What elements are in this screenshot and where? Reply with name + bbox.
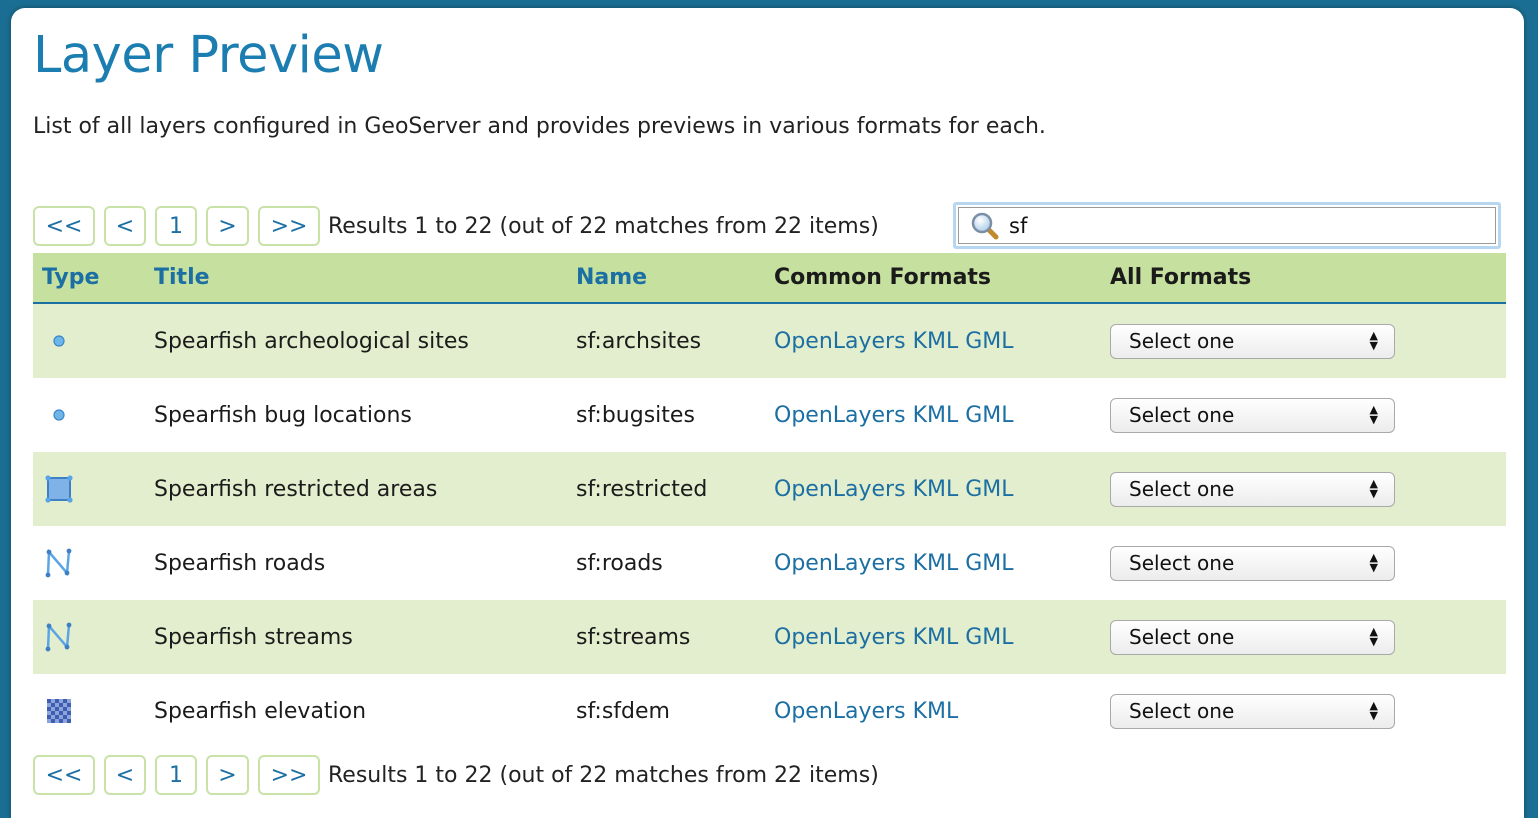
last-page-button[interactable]: >> [258, 206, 320, 246]
format-link-kml[interactable]: KML [913, 477, 959, 502]
table-row: Spearfish archeological sites sf:archsite… [33, 304, 1506, 378]
all-formats-select[interactable]: Select one ▲ ▼ [1110, 471, 1395, 507]
all-formats-select[interactable]: Select one ▲ ▼ [1110, 545, 1395, 581]
line-icon [41, 526, 77, 600]
all-formats-cell: Select one ▲ ▼ [1110, 600, 1395, 674]
common-formats: OpenLayers KML GML [774, 526, 1021, 600]
header-name[interactable]: Name [576, 265, 647, 290]
format-link-openlayers[interactable]: OpenLayers [774, 403, 906, 428]
all-formats-cell: Select one ▲ ▼ [1110, 526, 1395, 600]
page-title: Layer Preview [33, 26, 384, 85]
page-1-button[interactable]: 1 [155, 206, 197, 246]
last-page-button[interactable]: >> [258, 755, 320, 795]
all-formats-cell: Select one ▲ ▼ [1110, 304, 1395, 378]
format-link-gml[interactable]: GML [965, 625, 1013, 650]
layer-title: Spearfish archeological sites [154, 328, 469, 354]
header-common-formats: Common Formats [774, 265, 992, 290]
search-input[interactable] [1007, 212, 1481, 239]
all-formats-select[interactable]: Select one ▲ ▼ [1110, 397, 1395, 433]
select-label: Select one [1129, 329, 1235, 353]
page-description: List of all layers configured in GeoServ… [33, 114, 1046, 139]
select-label: Select one [1129, 699, 1235, 723]
first-page-button[interactable]: << [33, 206, 95, 246]
table-row: Spearfish roads sf:roads OpenLayers KML GML S… [33, 526, 1506, 600]
layer-name: sf:roads [576, 550, 663, 576]
format-link-gml[interactable]: GML [965, 477, 1013, 502]
format-link-gml[interactable]: GML [965, 403, 1013, 428]
select-label: Select one [1129, 625, 1235, 649]
layer-title: Spearfish elevation [154, 698, 367, 724]
all-formats-cell: Select one ▲ ▼ [1110, 378, 1395, 452]
all-formats-cell: Select one ▲ ▼ [1110, 674, 1395, 748]
common-formats: OpenLayers KML [774, 674, 965, 748]
format-link-kml[interactable]: KML [913, 329, 959, 354]
select-label: Select one [1129, 551, 1235, 575]
format-link-gml[interactable]: GML [965, 329, 1013, 354]
layer-title: Spearfish restricted areas [154, 476, 438, 502]
search-box [953, 202, 1501, 249]
results-summary: Results 1 to 22 (out of 22 matches from … [328, 213, 879, 239]
layer-name: sf:archsites [576, 328, 702, 354]
all-formats-select[interactable]: Select one ▲ ▼ [1110, 693, 1395, 729]
common-formats: OpenLayers KML GML [774, 600, 1021, 674]
table-header: Type Title Name Common Formats All Forma… [33, 253, 1506, 304]
select-label: Select one [1129, 477, 1235, 501]
select-arrows-icon: ▲ ▼ [1369, 625, 1378, 648]
table-row: Spearfish streams sf:streams OpenLayers KML… [33, 600, 1506, 674]
point-icon [41, 378, 77, 452]
layer-name: sf:streams [576, 624, 691, 650]
format-link-kml[interactable]: KML [913, 699, 959, 724]
next-page-button[interactable]: > [206, 206, 249, 246]
prev-page-button[interactable]: < [104, 755, 146, 795]
line-icon [41, 600, 77, 674]
all-formats-cell: Select one ▲ ▼ [1110, 452, 1395, 526]
layer-title: Spearfish roads [154, 550, 326, 576]
header-title[interactable]: Title [154, 265, 210, 290]
format-link-openlayers[interactable]: OpenLayers [774, 551, 906, 576]
next-page-button[interactable]: > [206, 755, 249, 795]
results-summary: Results 1 to 22 (out of 22 matches from … [328, 762, 879, 788]
format-link-kml[interactable]: KML [913, 625, 959, 650]
format-link-openlayers[interactable]: OpenLayers [774, 477, 906, 502]
select-label: Select one [1129, 403, 1235, 427]
format-link-gml[interactable]: GML [965, 551, 1013, 576]
table-row: Spearfish bug locations sf:bugsites OpenLa… [33, 378, 1506, 452]
search-icon [969, 210, 1001, 242]
layer-title: Spearfish bug locations [154, 402, 412, 428]
select-arrows-icon: ▲ ▼ [1369, 329, 1378, 352]
first-page-button[interactable]: << [33, 755, 95, 795]
layer-name: sf:restricted [576, 476, 708, 502]
table-row: Spearfish restricted areas sf:restricted O… [33, 452, 1506, 526]
point-icon [41, 304, 77, 378]
select-arrows-icon: ▲ ▼ [1369, 403, 1378, 426]
layer-name: sf:bugsites [576, 402, 695, 428]
format-link-openlayers[interactable]: OpenLayers [774, 329, 906, 354]
polygon-icon [41, 452, 77, 526]
page-1-button[interactable]: 1 [155, 755, 197, 795]
table-row: Spearfish elevation sf:sfdem OpenLayers KML… [33, 674, 1506, 748]
all-formats-select[interactable]: Select one ▲ ▼ [1110, 323, 1395, 359]
select-arrows-icon: ▲ ▼ [1369, 477, 1378, 500]
layer-name: sf:sfdem [576, 698, 670, 724]
select-arrows-icon: ▲ ▼ [1369, 699, 1378, 722]
prev-page-button[interactable]: < [104, 206, 146, 246]
format-link-openlayers[interactable]: OpenLayers [774, 699, 906, 724]
select-arrows-icon: ▲ ▼ [1369, 551, 1378, 574]
layers-table: Type Title Name Common Formats All Forma… [33, 253, 1506, 748]
format-link-openlayers[interactable]: OpenLayers [774, 625, 906, 650]
pager-bottom: << < 1 > >> Results 1 to 22 (out of 22 m… [33, 755, 879, 795]
common-formats: OpenLayers KML GML [774, 378, 1021, 452]
common-formats: OpenLayers KML GML [774, 452, 1021, 526]
format-link-kml[interactable]: KML [913, 403, 959, 428]
pager-top: << < 1 > >> Results 1 to 22 (out of 22 m… [33, 206, 879, 246]
common-formats: OpenLayers KML GML [774, 304, 1021, 378]
all-formats-select[interactable]: Select one ▲ ▼ [1110, 619, 1395, 655]
header-type[interactable]: Type [42, 265, 99, 290]
format-link-kml[interactable]: KML [913, 551, 959, 576]
layer-title: Spearfish streams [154, 624, 353, 650]
header-all-formats: All Formats [1110, 265, 1252, 290]
raster-icon [41, 674, 77, 748]
